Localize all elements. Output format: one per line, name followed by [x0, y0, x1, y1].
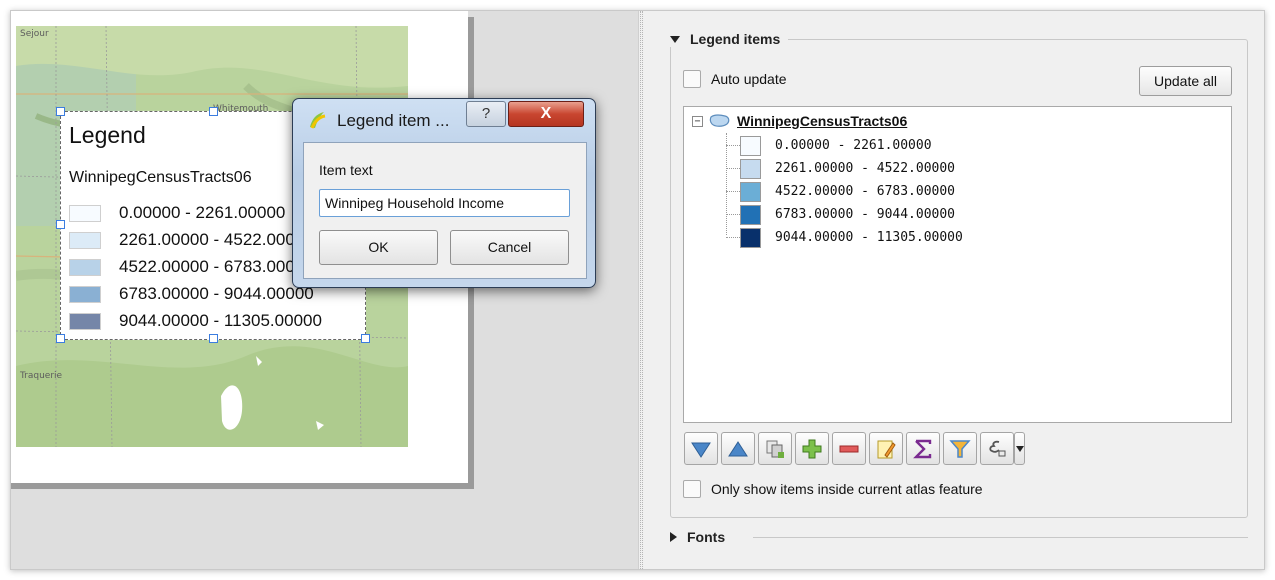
edit-item-button[interactable] — [869, 432, 903, 465]
add-group-button[interactable] — [758, 432, 792, 465]
window: Sejour Whitemouth Traquerie Legend Winni… — [10, 10, 1265, 570]
legend-toolbar — [684, 432, 1025, 465]
dialog-title: Legend item ... — [337, 111, 450, 130]
expand-triangle-icon — [670, 532, 677, 542]
legend-swatch — [69, 285, 101, 303]
legend-class-label: 6783.00000 - 9044.00000 — [119, 284, 314, 303]
resize-handle[interactable] — [56, 107, 65, 116]
legend-class-row: 6783.00000 - 9044.00000 — [69, 283, 314, 305]
sum-count-icon — [913, 439, 932, 458]
fonts-header-label: Fonts — [687, 529, 726, 545]
copy-layers-icon — [766, 440, 784, 458]
expression-dropdown-button[interactable] — [1014, 432, 1025, 465]
tree-class-swatch — [740, 158, 761, 179]
legend-class-row: 4522.00000 - 6783.00000 — [69, 256, 314, 278]
add-item-button[interactable] — [795, 432, 829, 465]
legend-class-label: 2261.00000 - 4522.00000 — [119, 230, 314, 249]
legend-tree[interactable]: − WinnipegCensusTracts06 0.00000 - 2261.… — [683, 106, 1232, 423]
tree-class-label: 2261.00000 - 4522.00000 — [775, 161, 956, 176]
move-up-button[interactable] — [721, 432, 755, 465]
filter-icon — [949, 439, 971, 458]
legend-class-label: 0.00000 - 2261.00000 — [119, 203, 286, 222]
tree-layer-name: WinnipegCensusTracts06 — [737, 113, 908, 129]
polygon-layer-icon — [709, 114, 730, 127]
dropdown-arrow-icon — [1015, 445, 1024, 452]
move-down-icon — [691, 442, 711, 458]
resize-handle[interactable] — [56, 220, 65, 229]
legend-items-header[interactable]: Legend items — [670, 31, 789, 47]
close-button[interactable]: X — [508, 101, 584, 127]
dialog-body: Item text OK Cancel — [303, 142, 587, 279]
tree-class-label: 9044.00000 - 11305.00000 — [775, 230, 963, 245]
tree-class-label: 0.00000 - 2261.00000 — [775, 138, 932, 153]
legend-swatch — [69, 312, 101, 330]
tree-class-item[interactable]: 9044.00000 - 11305.00000 — [726, 226, 963, 249]
legend-items-header-label: Legend items — [690, 31, 781, 47]
cancel-button[interactable]: Cancel — [450, 230, 569, 265]
only-show-inside-atlas-checkbox[interactable] — [683, 480, 701, 498]
legend-swatch — [69, 258, 101, 276]
move-down-button[interactable] — [684, 432, 718, 465]
map-place-label: Sejour — [20, 29, 49, 39]
qgis-icon — [310, 112, 326, 129]
edit-item-icon — [877, 440, 896, 458]
legend-swatch — [69, 231, 101, 249]
legend-class-label: 4522.00000 - 6783.00000 — [119, 257, 314, 276]
fonts-header[interactable]: Fonts — [670, 529, 725, 545]
item-text-input[interactable] — [319, 189, 570, 217]
legend-title: Legend — [69, 122, 146, 148]
legend-layer-name: WinnipegCensusTracts06 — [69, 169, 252, 186]
tree-class-swatch — [740, 181, 761, 202]
move-up-icon — [728, 440, 748, 456]
tree-class-swatch — [740, 227, 761, 248]
legend-swatch — [69, 204, 101, 222]
tree-class-label: 6783.00000 - 9044.00000 — [775, 207, 956, 222]
add-item-icon — [802, 439, 822, 458]
tree-class-item[interactable]: 0.00000 - 2261.00000 — [726, 134, 932, 157]
fonts-divider — [753, 537, 1248, 538]
count-features-button[interactable] — [906, 432, 940, 465]
item-text-label: Item text — [319, 162, 373, 178]
map-place-label: Traquerie — [20, 371, 63, 381]
legend-class-row: 2261.00000 - 4522.00000 — [69, 229, 314, 251]
ok-button[interactable]: OK — [319, 230, 438, 265]
collapse-triangle-icon — [670, 35, 680, 43]
tree-class-item[interactable]: 6783.00000 - 9044.00000 — [726, 203, 955, 226]
remove-item-icon — [839, 445, 859, 452]
legend-item-dialog: Legend item ... ? X Item text OK Cancel — [292, 98, 596, 288]
resize-handle[interactable] — [209, 107, 218, 116]
tree-class-item[interactable]: 4522.00000 - 6783.00000 — [726, 180, 955, 203]
legend-class-row: 9044.00000 - 11305.00000 — [69, 310, 322, 332]
filter-button[interactable] — [943, 432, 977, 465]
tree-class-swatch — [740, 204, 761, 225]
tree-layer-node[interactable]: − WinnipegCensusTracts06 — [692, 113, 907, 129]
legend-class-label: 9044.00000 - 11305.00000 — [119, 311, 322, 330]
help-button[interactable]: ? — [466, 101, 506, 127]
only-show-inside-atlas-label: Only show items inside current atlas fea… — [711, 481, 983, 497]
legend-class-row: 0.00000 - 2261.00000 — [69, 202, 285, 224]
tree-class-item[interactable]: 2261.00000 - 4522.00000 — [726, 157, 955, 180]
collapse-icon[interactable]: − — [692, 115, 703, 127]
update-all-button[interactable]: Update all — [1139, 66, 1232, 96]
auto-update-label: Auto update — [711, 71, 787, 87]
item-properties-panel: Legend items Auto update Update all − Wi… — [638, 11, 1264, 569]
auto-update-checkbox[interactable] — [683, 70, 701, 88]
expression-button[interactable] — [980, 432, 1014, 465]
resize-handle[interactable] — [56, 334, 65, 343]
remove-item-button[interactable] — [832, 432, 866, 465]
resize-handle[interactable] — [209, 334, 218, 343]
dock-splitter[interactable] — [640, 11, 643, 569]
resize-handle[interactable] — [361, 334, 370, 343]
composer-canvas[interactable]: Sejour Whitemouth Traquerie Legend Winni… — [11, 11, 638, 569]
tree-class-label: 4522.00000 - 6783.00000 — [775, 184, 956, 199]
expression-icon — [989, 440, 1006, 456]
tree-class-swatch — [740, 135, 761, 156]
